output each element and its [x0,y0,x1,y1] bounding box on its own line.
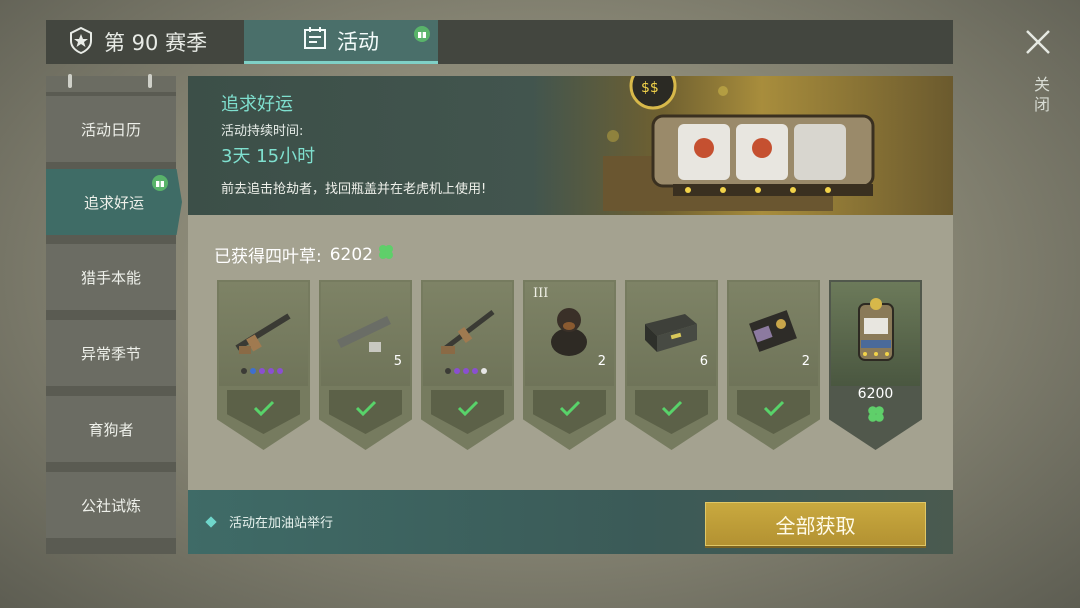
tab-activity-label: 活动 [337,29,379,54]
reward-card[interactable]: 2 [727,280,820,450]
shield-icon [68,26,94,59]
checkmark-icon [355,400,377,416]
event-banner: $$ 追求好运 活动持续时间: 3天 15小时 前去追击抢劫者，找回瓶盖并在老虎… [188,76,953,215]
location-note-text: 活动在加油站举行 [229,516,334,531]
sidebar-item-hunter[interactable]: 猎手本能 [46,244,176,310]
close-button[interactable] [1024,28,1056,56]
weapon-crate-icon [645,314,697,352]
sidebar: 活动日历 追求好运 猎手本能 异常季节 育狗者 公社试炼 [46,74,182,554]
claimed-check [533,390,606,434]
clover-counter-label: 已获得四叶草: [214,247,322,267]
calendar-icon [303,26,327,55]
tab-activity[interactable]: 活动 [244,20,438,64]
rocket-launcher-icon [337,315,391,352]
close-label[interactable]: 关闭 [1024,76,1056,116]
close-icon [1026,30,1050,54]
claimed-check [431,390,504,434]
sidebar-scrollbar[interactable] [46,74,176,92]
reward-quantity: 2 [801,354,810,369]
clover-counter: 已获得四叶草: 6202 [214,242,395,267]
reward-quantity: 6 [699,354,708,369]
dog-icon [551,308,587,356]
top-tab-bar: 第 90 赛季 活动 [46,20,953,64]
final-reward-card[interactable]: 6200 [829,280,922,450]
reward-track: 5 III 2 6 2 6200 [217,280,927,452]
sidebar-item-commune-trial[interactable]: 公社试炼 [46,472,176,538]
clover-icon [377,243,395,266]
claimed-check [737,390,810,434]
reward-quantity: 2 [597,354,606,369]
sidebar-item-label: 公社试炼 [80,496,141,515]
reward-card[interactable]: 6 [625,280,718,450]
svg-text:$$: $$ [641,80,659,96]
rifle-icon [235,313,291,354]
gift-badge-icon [152,175,168,191]
gift-badge-icon [414,26,430,42]
slot-machine-art: $$ [583,76,953,215]
claim-all-button[interactable]: 全部获取 [705,502,926,546]
final-reward-cost: 6200 [857,386,894,402]
duration-label: 活动持续时间: [221,124,304,139]
tab-season-label: 第 90 赛季 [104,31,208,55]
location-note: 活动在加油站举行 [205,512,334,531]
duration-value: 3天 15小时 [221,146,316,167]
clover-counter-value: 6202 [329,244,373,265]
reward-card[interactable] [217,280,310,450]
slot-machine-icon [858,298,894,361]
reward-card[interactable]: 5 [319,280,412,450]
reward-quantity: 5 [393,354,402,369]
tab-season[interactable]: 第 90 赛季 [68,20,207,64]
claimed-check [329,390,402,434]
assault-rifle-icon [441,310,495,354]
reward-card[interactable] [421,280,514,450]
diamond-bullet-icon [205,515,217,528]
event-panel: $$ 追求好运 活动持续时间: 3天 15小时 前去追击抢劫者，找回瓶盖并在老虎… [188,76,953,554]
sidebar-item-label: 追求好运 [83,193,144,212]
sidebar-item-season[interactable]: 异常季节 [46,320,176,386]
sidebar-item-label: 异常季节 [80,344,141,363]
checkmark-icon [559,400,581,416]
badge-wallet-icon [749,310,797,352]
sidebar-item-label: 活动日历 [80,120,141,139]
checkmark-icon [253,400,275,416]
clover-icon [866,404,886,428]
rarity-dots [241,368,283,374]
claimed-check [227,390,300,434]
sidebar-item-label: 育狗者 [88,420,134,439]
sidebar-item-label: 猎手本能 [80,268,141,287]
reward-tier: III [533,286,549,301]
rarity-dots [445,368,487,374]
claimed-check [635,390,708,434]
event-description: 前去追击抢劫者，找回瓶盖并在老虎机上使用! [221,182,487,197]
checkmark-icon [457,400,479,416]
sidebar-item-calendar[interactable]: 活动日历 [46,96,176,162]
event-footer: 活动在加油站举行 全部获取 [188,490,953,554]
event-title: 追求好运 [221,94,293,115]
checkmark-icon [763,400,785,416]
sidebar-item-dog-breeder[interactable]: 育狗者 [46,396,176,462]
checkmark-icon [661,400,683,416]
reward-card[interactable]: III 2 [523,280,616,450]
